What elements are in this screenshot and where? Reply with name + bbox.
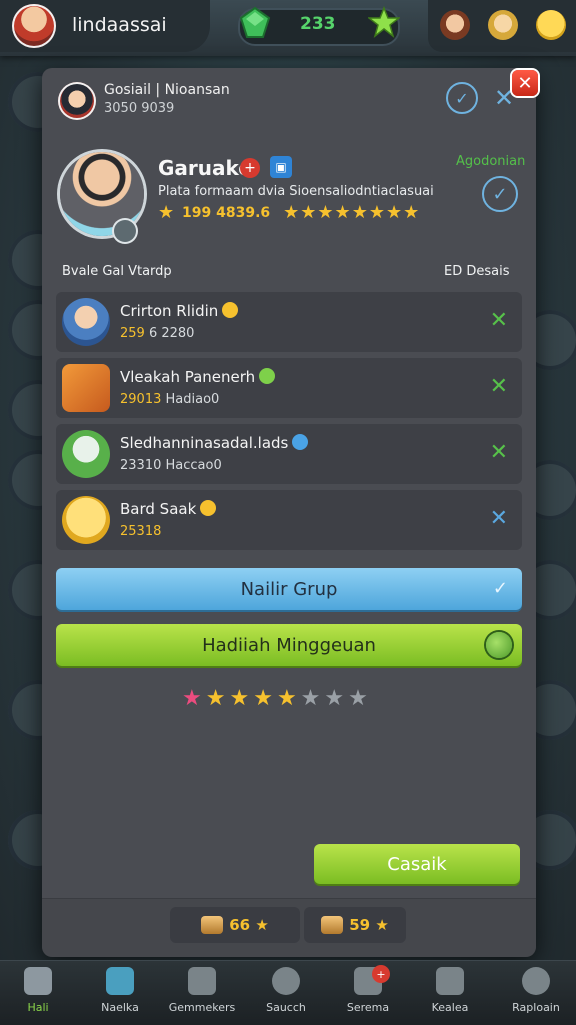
star-icon: ★: [370, 916, 389, 934]
nav-label: Hali: [27, 1001, 49, 1014]
list-item[interactable]: Sledhanninasadal.lads 23310 Haccao0 ✕: [56, 424, 522, 484]
modal-footer: 66 ★ 59 ★: [42, 898, 536, 957]
profile-score: 199 4839.6: [182, 205, 271, 221]
gem-icon: [239, 6, 271, 38]
reward-chip-value: 59: [349, 916, 371, 934]
section-title: Bvale Gal Vtardp: [62, 264, 172, 279]
nav-item-games[interactable]: Gemmekers: [162, 967, 242, 1023]
header-subtitle: 3050 9039: [104, 101, 175, 116]
member-name: Vleakah Panenerh: [120, 368, 276, 386]
nav-label: Gemmekers: [168, 1001, 236, 1014]
member-stats: 23310 Haccao0: [120, 458, 222, 473]
member-avatar: [62, 298, 110, 346]
remove-icon[interactable]: ✕: [490, 374, 508, 399]
online-label: Agodonian: [456, 154, 526, 169]
star-icon[interactable]: ★: [229, 686, 253, 711]
top-bar: lindaassai 233: [0, 0, 576, 56]
notification-badge: +: [372, 965, 390, 983]
reward-chip-value: 66: [229, 916, 251, 934]
section-action[interactable]: ED Desais: [444, 264, 510, 279]
nav-item-chat[interactable]: + Serema: [328, 965, 408, 1023]
remove-icon[interactable]: ✕: [490, 308, 508, 333]
nav-label: Kealea: [431, 1001, 469, 1014]
weekly-reward-label: Hadiiah Minggeuan: [202, 634, 376, 656]
nav-label: Serema: [346, 1001, 390, 1014]
header-title: Gosiail | Nioansan: [104, 82, 230, 98]
player-avatar[interactable]: [12, 4, 56, 48]
member-avatar: [62, 496, 110, 544]
list-icon: [436, 967, 464, 995]
friend-avatar[interactable]: [488, 10, 518, 40]
chest-icon: [201, 916, 224, 934]
remove-icon[interactable]: ✕: [490, 506, 508, 531]
confirm-icon[interactable]: ✓: [446, 82, 478, 114]
star-icon[interactable]: [368, 6, 400, 38]
nav-item-deck[interactable]: Naelka: [80, 967, 160, 1023]
star-icon[interactable]: ★: [348, 686, 372, 711]
remove-icon[interactable]: ✕: [490, 440, 508, 465]
star-icon[interactable]: ★: [324, 686, 348, 711]
rating-stars[interactable]: ★★★★★★★★: [182, 686, 372, 711]
profile-name: Garuake: [158, 156, 252, 180]
nav-label: Raploain: [512, 1001, 560, 1014]
search-icon: [272, 967, 300, 995]
member-avatar: [62, 364, 110, 412]
header-avatar: [58, 82, 96, 120]
list-item[interactable]: Bard Saak 25318 ✕: [56, 490, 522, 550]
member-stats: 25318: [120, 524, 162, 539]
emoji-icon[interactable]: [536, 10, 566, 40]
member-name: Sledhanninasadal.lads: [120, 434, 309, 452]
nav-item-list[interactable]: Kealea: [410, 967, 490, 1023]
red-badge-icon: +: [240, 158, 260, 178]
bottom-nav: Hali Naelka Gemmekers Saucch + Serema Ke…: [0, 960, 576, 1025]
profile-badge-icon: [114, 220, 136, 242]
player-name: lindaassai: [72, 14, 167, 36]
modal-header: Gosiail | Nioansan 3050 9039 ✓ ✕ ✕: [42, 68, 538, 130]
list-item[interactable]: Crirton Rlidin 259 6 2280 ✕: [56, 292, 522, 352]
player-pill[interactable]: lindaassai: [0, 0, 210, 52]
chest-icon: [321, 916, 344, 934]
cancel-label: Casaik: [387, 853, 447, 875]
member-stats: 259 6 2280: [120, 326, 195, 341]
join-group-button[interactable]: Nailir Grup ✓: [56, 568, 522, 610]
nav-item-home[interactable]: Hali: [0, 967, 78, 1023]
member-name: Crirton Rlidin: [120, 302, 239, 320]
gem-value: 233: [300, 14, 336, 34]
deck-icon: [106, 967, 134, 995]
home-icon: [24, 967, 52, 995]
nav-label: Saucch: [266, 1001, 306, 1014]
dice-icon: [188, 967, 216, 995]
member-avatar: [62, 430, 110, 478]
friend-avatar[interactable]: [440, 10, 470, 40]
cancel-button[interactable]: Casaik: [314, 844, 520, 884]
list-item[interactable]: Vleakah Panenerh 29013 Hadiao0 ✕: [56, 358, 522, 418]
star-icon[interactable]: ★: [277, 686, 301, 711]
star-icon[interactable]: ★: [206, 686, 230, 711]
star-icon[interactable]: ★: [182, 686, 206, 711]
friends-area: [428, 0, 576, 52]
check-icon: ✓: [492, 578, 508, 599]
star-icon[interactable]: ★: [301, 686, 325, 711]
nav-item-search[interactable]: Saucch: [246, 967, 326, 1023]
member-name: Bard Saak: [120, 500, 217, 518]
join-group-label: Nailir Grup: [240, 578, 338, 600]
nav-item-profile[interactable]: Raploain: [496, 967, 576, 1023]
group-modal: Gosiail | Nioansan 3050 9039 ✓ ✕ ✕ Garua…: [42, 68, 538, 957]
smiley-icon: [486, 632, 512, 658]
profile-description: Plata formaam dvia Sioensaliodntiaclasua…: [158, 184, 434, 199]
reward-chip[interactable]: 59 ★: [304, 907, 406, 943]
blue-badge-icon: ▣: [270, 156, 292, 178]
face-icon: [522, 967, 550, 995]
profile-check-icon[interactable]: ✓: [482, 176, 518, 212]
weekly-reward-button[interactable]: Hadiiah Minggeuan: [56, 624, 522, 666]
close-button[interactable]: ✕: [512, 70, 538, 96]
star-icon: ★: [250, 916, 269, 934]
nav-label: Naelka: [101, 1001, 139, 1014]
star-icon[interactable]: ★: [253, 686, 277, 711]
member-stats: 29013 Hadiao0: [120, 392, 220, 407]
reward-chip[interactable]: 66 ★: [170, 907, 300, 943]
